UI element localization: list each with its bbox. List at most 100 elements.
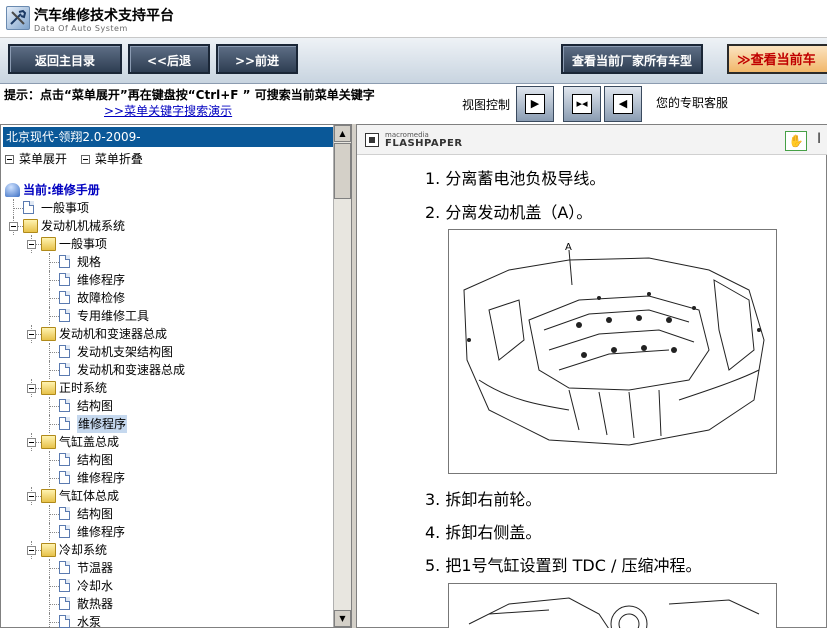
document-icon (59, 399, 70, 412)
tree-item-label: 一般事项 (59, 237, 108, 251)
tree-item[interactable]: 气缸盖总成 (3, 433, 333, 451)
tree-item[interactable]: 规格 (3, 253, 333, 271)
step-3: 3. 拆卸右前轮。 (425, 490, 542, 509)
tree-item[interactable]: 发动机和变速器总成 (3, 361, 333, 379)
tree-item-label: 发动机和变速器总成 (59, 327, 168, 341)
hand-tool-icon[interactable]: ✋ (785, 131, 807, 151)
tree-item-label: 气缸盖总成 (59, 435, 120, 449)
text-select-icon[interactable]: I (817, 131, 821, 147)
tree-item-label: 发动机和变速器总成 (77, 363, 186, 377)
square-icon (80, 155, 90, 164)
step-5: 5. 把1号气缸设置到 TDC / 压缩冲程。 (425, 556, 702, 575)
document-icon (59, 273, 70, 286)
tree-item[interactable]: 冷却系统 (3, 541, 333, 559)
tree-item[interactable]: 一般事项 (3, 235, 333, 253)
tree-item[interactable]: 气缸体总成 (3, 487, 333, 505)
tree-item-label: 水泵 (77, 615, 102, 628)
menu-scrollbar[interactable]: ▲ ▼ (333, 125, 351, 627)
view-left-button[interactable]: ◀ (604, 86, 642, 122)
back-button[interactable]: <<后退 (128, 44, 210, 74)
tree-item-label: 专用维修工具 (77, 309, 150, 323)
tree-item[interactable]: 冷却水 (3, 577, 333, 595)
collapse-toggle-icon[interactable] (27, 492, 36, 501)
tree-item-label: 维修程序 (77, 415, 128, 433)
view-current-model-button[interactable]: ≫查看当前车 (727, 44, 827, 74)
collapse-toggle-icon[interactable] (9, 222, 18, 231)
document-icon (23, 201, 34, 214)
step-2: 2. 分离发动机盖（A）。 (425, 203, 593, 222)
book-icon (5, 183, 20, 197)
flashpaper-logo-icon (365, 133, 379, 147)
tree-item-label: 正时系统 (59, 381, 108, 395)
document-icon (59, 615, 70, 628)
tree-item-label: 冷却水 (77, 579, 114, 593)
tree-item[interactable]: 水泵 (3, 613, 333, 628)
view-right-button[interactable]: ▶ (516, 86, 554, 122)
title-bar: 汽车维修技术支持平台 Data Of Auto System (0, 0, 827, 38)
collapse-toggle-icon[interactable] (27, 384, 36, 393)
tree-item[interactable]: 一般事项 (3, 199, 333, 217)
search-demo-link[interactable]: >>菜单关键字搜索演示 (104, 102, 232, 119)
tree-item-label: 结构图 (77, 507, 114, 521)
tree-item-label: 规格 (77, 255, 102, 269)
support-label[interactable]: 您的专职客服 (656, 94, 728, 111)
step-1: 1. 分离蓄电池负极导线。 (425, 169, 606, 188)
tree-item[interactable]: 结构图 (3, 397, 333, 415)
document-icon (59, 597, 70, 610)
tree-item[interactable]: 维修程序 (3, 415, 333, 433)
tree-item-label: 气缸体总成 (59, 489, 120, 503)
collapse-toggle-icon[interactable] (27, 330, 36, 339)
folder-open-icon (41, 543, 56, 557)
tree-item-label: 故障检修 (77, 291, 126, 305)
tree-item[interactable]: 结构图 (3, 451, 333, 469)
folder-open-icon (41, 237, 56, 251)
tree-item[interactable]: 发动机机械系统 (3, 217, 333, 235)
view-split-button[interactable]: ▸◂ (563, 86, 601, 122)
tree-item-label: 维修程序 (77, 525, 126, 539)
expand-menu-button[interactable]: 菜单展开 (5, 150, 67, 167)
scroll-up-arrow-icon[interactable]: ▲ (334, 125, 351, 142)
tree-item[interactable]: 散热器 (3, 595, 333, 613)
tree-item[interactable]: 维修程序 (3, 271, 333, 289)
tree-item-label: 散热器 (77, 597, 114, 611)
tree-item-label: 结构图 (77, 399, 114, 413)
document-icon (59, 291, 70, 304)
vehicle-title: 北京现代-领翔2.0-2009- (3, 127, 333, 147)
tree-item[interactable]: 专用维修工具 (3, 307, 333, 325)
wrench-screwdriver-icon (6, 6, 30, 30)
tree-item[interactable]: 结构图 (3, 505, 333, 523)
tree-item[interactable]: 发动机支架结构图 (3, 343, 333, 361)
engine-figure: A (448, 229, 777, 474)
home-button[interactable]: 返回主目录 (8, 44, 122, 74)
engine-figure-2 (448, 583, 777, 628)
document-icon (59, 471, 70, 484)
tree-item[interactable]: 当前:维修手册 (3, 181, 333, 199)
tree-item-label: 当前:维修手册 (23, 183, 100, 197)
tree-item[interactable]: 故障检修 (3, 289, 333, 307)
tree-item-label: 维修程序 (77, 273, 126, 287)
tree-item[interactable]: 正时系统 (3, 379, 333, 397)
forward-button[interactable]: >>前进 (216, 44, 298, 74)
collapse-toggle-icon[interactable] (27, 240, 36, 249)
tree-item[interactable]: 发动机和变速器总成 (3, 325, 333, 343)
menu-panel: 北京现代-领翔2.0-2009- 菜单展开 菜单折叠 当前:维修手册 一般事项 发动… (0, 124, 352, 628)
tree-item[interactable]: 节温器 (3, 559, 333, 577)
arrow-left-icon: ◀ (618, 97, 628, 110)
tree-item[interactable]: 维修程序 (3, 469, 333, 487)
collapse-menu-button[interactable]: 菜单折叠 (80, 150, 143, 167)
arrows-inward-icon: ▸◂ (576, 97, 588, 110)
scroll-thumb[interactable] (334, 143, 351, 199)
tree-item-label: 一般事项 (41, 201, 90, 215)
square-icon (5, 155, 14, 164)
document-icon (59, 417, 70, 430)
scroll-down-arrow-icon[interactable]: ▼ (334, 610, 351, 627)
arrow-right-icon: ▶ (530, 97, 540, 110)
flashpaper-toolbar: macromedia FLASHPAPER ✋ I (357, 125, 827, 155)
collapse-toggle-icon[interactable] (27, 546, 36, 555)
tree-item[interactable]: 维修程序 (3, 523, 333, 541)
menu-operations: 菜单展开 菜单折叠 (5, 150, 153, 167)
tree-item-label: 发动机机械系统 (41, 219, 126, 233)
collapse-toggle-icon[interactable] (27, 438, 36, 447)
view-all-models-button[interactable]: 查看当前厂家所有车型 (561, 44, 703, 74)
tree-item-label: 维修程序 (77, 471, 126, 485)
